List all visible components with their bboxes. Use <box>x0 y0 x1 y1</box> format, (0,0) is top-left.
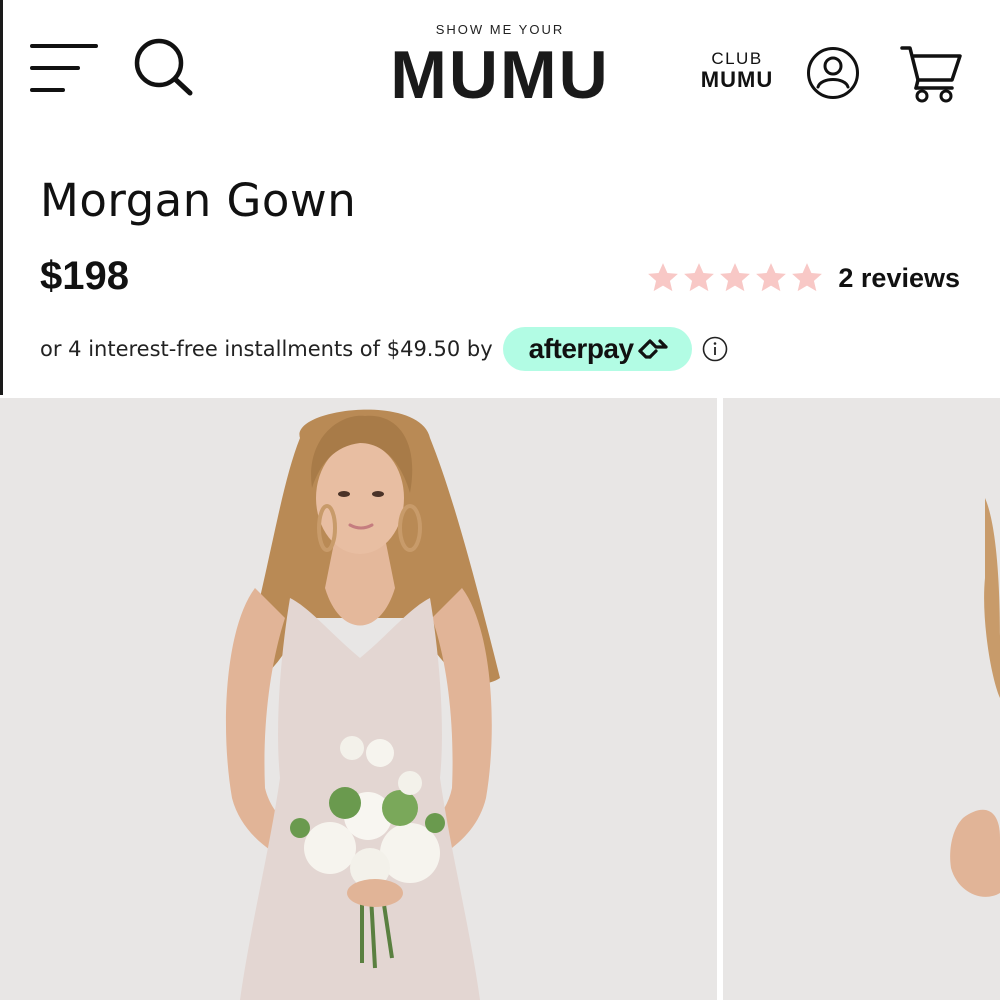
model-illustration <box>0 398 717 1000</box>
cart-icon[interactable] <box>900 44 964 104</box>
logo-tagline: SHOW ME YOUR <box>435 22 565 37</box>
afterpay-label: afterpay <box>528 333 634 364</box>
star-icon <box>756 263 787 292</box>
star-icon <box>720 263 751 292</box>
account-icon[interactable] <box>806 46 860 100</box>
product-image-next[interactable] <box>723 398 1000 1000</box>
product-price: $198 <box>40 254 129 298</box>
club-mumu-link[interactable]: CLUB MUMU <box>694 50 780 92</box>
logo-wordmark: MUMU <box>390 37 610 113</box>
product-gallery[interactable] <box>0 398 1000 1000</box>
club-label-top: CLUB <box>711 49 763 68</box>
star-icon <box>792 263 823 292</box>
installments-text: or 4 interest-free installments of $49.5… <box>40 337 493 361</box>
info-icon[interactable] <box>702 336 728 362</box>
star-rating <box>646 261 824 295</box>
site-header: SHOW ME YOUR MUMU CLUB MUMU <box>0 0 1000 140</box>
afterpay-badge[interactable]: afterpay <box>502 327 692 371</box>
club-label-bottom: MUMU <box>700 67 774 92</box>
star-icon <box>648 263 679 292</box>
product-image-main[interactable] <box>0 398 717 1000</box>
afterpay-arrows-icon <box>637 339 668 359</box>
site-logo[interactable]: SHOW ME YOUR MUMU <box>390 22 610 109</box>
product-title: Morgan Gown <box>40 174 357 227</box>
installments-row: or 4 interest-free installments of $49.5… <box>40 326 728 372</box>
menu-icon[interactable] <box>30 42 100 94</box>
model-illustration-partial <box>723 398 1000 1000</box>
star-icon <box>684 263 715 292</box>
reviews-link[interactable]: 2 reviews <box>838 263 960 294</box>
product-rating[interactable]: 2 reviews <box>646 258 960 298</box>
search-icon[interactable] <box>130 36 196 98</box>
